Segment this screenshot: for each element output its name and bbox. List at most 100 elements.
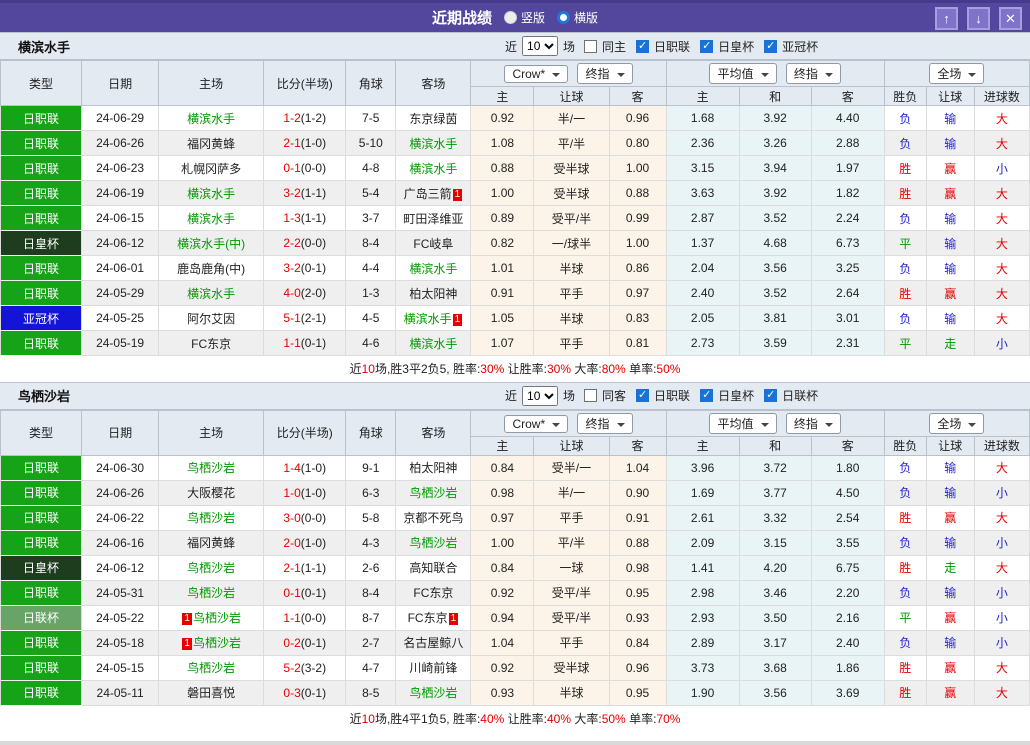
odds-source-dropdown[interactable]: Crow* — [504, 65, 569, 83]
avg-draw: 3.32 — [738, 504, 812, 531]
odds-handicap: 平手 — [533, 504, 610, 531]
match-date: 24-05-31 — [81, 579, 160, 606]
recent-count-select[interactable]: 10 — [522, 36, 559, 56]
move-up-button[interactable]: ↑ — [935, 7, 958, 30]
league-filter-checkbox-3[interactable] — [764, 389, 778, 402]
average-dropdown[interactable]: 平均值 — [709, 63, 777, 84]
odds-home: 1.00 — [470, 180, 535, 206]
league-badge: 日职联 — [0, 130, 83, 156]
match-row: 日职联 24-06-29 横滨水手 1-2(1-2) 7-5 东京绿茵 0.92 半/一 0.9… — [0, 105, 1030, 131]
recent-label: 近 — [505, 389, 518, 403]
fulltime-dropdown[interactable]: 全场 — [929, 412, 985, 434]
avg-draw: 4.20 — [738, 554, 812, 581]
fulltime-dropdown[interactable]: 全场 — [929, 63, 985, 84]
result-handicap: 赢 — [925, 155, 975, 181]
avg-draw: 3.81 — [738, 305, 812, 331]
radio-unchecked-icon[interactable] — [503, 11, 517, 24]
average-final-dropdown[interactable]: 终指 — [785, 412, 841, 434]
avg-away: 1.80 — [810, 454, 885, 481]
result-goals: 小 — [973, 629, 1030, 656]
avg-draw: 3.26 — [738, 130, 812, 156]
match-date: 24-06-12 — [81, 554, 160, 581]
result-wdl: 负 — [883, 205, 927, 231]
league-badge: 日职联 — [0, 330, 83, 356]
recent-count-select[interactable]: 10 — [522, 385, 559, 406]
same-venue-checkbox[interactable] — [584, 389, 598, 402]
match-row: 日职联 24-06-30 鸟栖沙岩 1-4(1-0) 9-1 柏太阳神 0.84 受半/一 1.… — [0, 454, 1030, 481]
layout-vertical-option[interactable]: 竖版 — [503, 9, 545, 26]
radio-checked-icon[interactable] — [557, 11, 570, 24]
league-filter-label-1: 日职联 — [654, 389, 691, 403]
avg-away: 4.40 — [810, 105, 885, 131]
close-button[interactable]: ✕ — [999, 7, 1022, 30]
result-wdl: 负 — [883, 529, 927, 556]
avg-away: 3.69 — [810, 679, 885, 706]
col-type: 类型 — [0, 409, 83, 456]
match-score: 1-3(1-1) — [263, 205, 347, 231]
away-team: 横滨水手 — [395, 155, 472, 181]
result-wdl: 胜 — [883, 554, 927, 581]
odds-away: 0.98 — [608, 554, 667, 581]
avg-draw: 3.17 — [738, 629, 812, 656]
same-venue-label: 同主 — [602, 39, 627, 54]
filter-controls: 近 10 场 同客 日职联 日皇杯 日联杯 — [505, 385, 819, 406]
league-badge: 日职联 — [0, 479, 83, 506]
col-result-handicap: 让球 — [925, 86, 975, 106]
odds-final-dropdown[interactable]: 终指 — [577, 412, 633, 434]
league-badge: 日职联 — [0, 454, 83, 481]
odds-handicap: 平手 — [533, 280, 610, 306]
col-avg-draw: 和 — [738, 435, 812, 456]
league-filter-checkbox-2[interactable] — [700, 39, 714, 53]
result-handicap: 输 — [925, 479, 975, 506]
match-score: 2-1(1-1) — [263, 554, 347, 581]
result-goals: 小 — [973, 155, 1030, 181]
league-filter-checkbox-2[interactable] — [700, 389, 714, 402]
fulltime-group-header: 全场 — [883, 409, 1030, 437]
odds-handicap: 半球 — [533, 679, 610, 706]
match-score: 3-0(0-0) — [263, 504, 347, 531]
odds-away: 0.91 — [608, 504, 667, 531]
away-team: FC岐阜 — [395, 230, 472, 256]
avg-home: 1.69 — [665, 479, 740, 506]
avg-away: 2.64 — [810, 280, 885, 306]
move-down-button[interactable]: ↓ — [967, 7, 990, 30]
result-goals: 小 — [973, 604, 1030, 631]
col-odds-away: 客 — [608, 86, 667, 106]
odds-away: 1.04 — [608, 454, 667, 481]
col-avg-draw: 和 — [738, 86, 812, 106]
col-away: 客场 — [395, 409, 472, 456]
odds-home: 0.92 — [470, 654, 535, 681]
average-dropdown[interactable]: 平均值 — [709, 412, 777, 434]
match-row: 日职联 24-05-19 FC东京 1-1(0-1) 4-6 横滨水手 1.07 平手 0.81… — [0, 330, 1030, 356]
away-team: 名古屋鲸八 — [395, 629, 472, 656]
league-filter-checkbox-1[interactable] — [636, 39, 650, 53]
avg-away: 2.16 — [810, 604, 885, 631]
col-result-wdl: 胜负 — [883, 86, 927, 106]
layout-horizontal-option[interactable]: 横版 — [557, 9, 598, 26]
odds-away: 1.00 — [608, 230, 667, 256]
odds-source-dropdown[interactable]: Crow* — [504, 414, 569, 433]
summary-row: 近10场,胜4平1负5, 胜率:40% 让胜率:40% 大率:50% 单率:70… — [0, 704, 1030, 731]
avg-home: 3.96 — [665, 454, 740, 481]
col-type: 类型 — [0, 60, 83, 106]
odds-handicap: 一球 — [533, 554, 610, 581]
average-final-dropdown[interactable]: 终指 — [785, 63, 841, 84]
result-wdl: 平 — [883, 230, 927, 256]
match-date: 24-05-15 — [81, 654, 160, 681]
league-badge: 日皇杯 — [0, 554, 83, 581]
odds-final-dropdown[interactable]: 终指 — [577, 63, 633, 84]
avg-away: 1.86 — [810, 654, 885, 681]
games-label: 场 — [563, 389, 576, 403]
league-filter-label-2: 日皇杯 — [718, 389, 755, 403]
odds-home: 0.98 — [470, 479, 535, 506]
col-home: 主场 — [158, 409, 265, 456]
result-wdl: 负 — [883, 255, 927, 281]
results-table: 类型 日期 主场 比分(半场) 角球 客场 Crow* 终指 平均值 终指 全场… — [0, 60, 1030, 382]
league-filter-checkbox-1[interactable] — [636, 389, 650, 402]
league-filter-checkbox-3[interactable] — [764, 39, 778, 53]
odds-away: 0.93 — [608, 604, 667, 631]
avg-draw: 4.68 — [738, 230, 812, 256]
match-row: 日职联 24-06-22 鸟栖沙岩 3-0(0-0) 5-8 京都不死鸟 0.97 平手 0.9… — [0, 504, 1030, 531]
same-venue-checkbox[interactable] — [584, 39, 598, 53]
corner-score: 8-4 — [345, 579, 397, 606]
